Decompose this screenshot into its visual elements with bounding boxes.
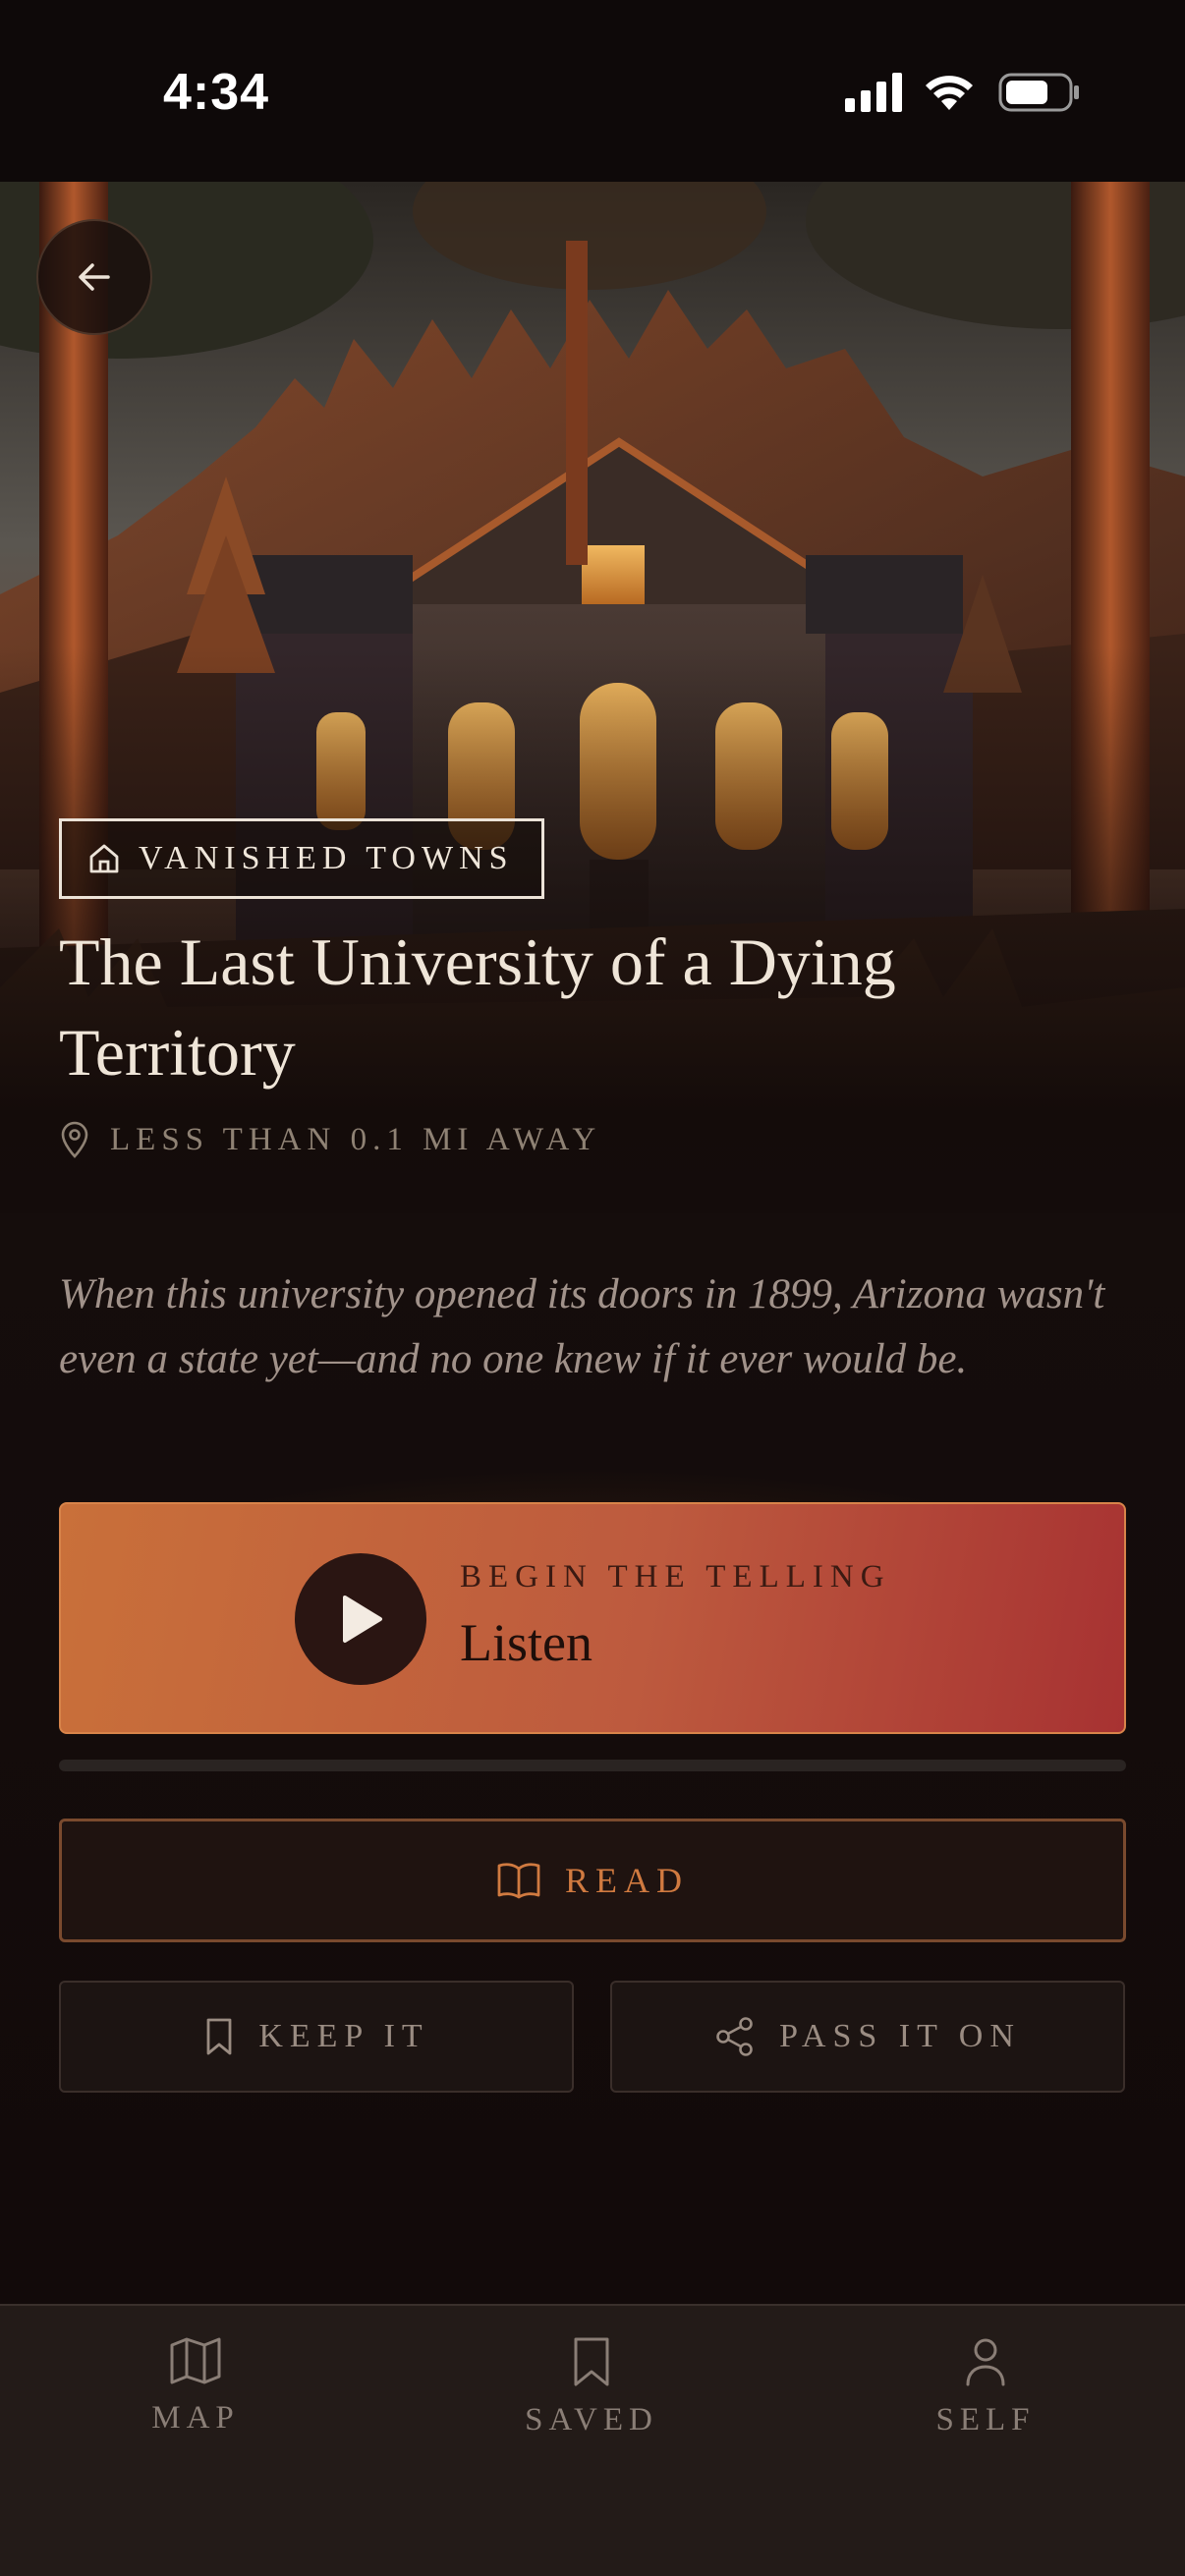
arrow-left-icon <box>79 263 110 291</box>
play-button[interactable] <box>295 1553 426 1685</box>
bottom-navigation: MAP SAVED SELF <box>0 2304 1185 2576</box>
keep-it-button[interactable]: KEEP IT <box>59 1981 574 2093</box>
audio-progress-bar[interactable] <box>59 1760 1126 1771</box>
person-icon <box>966 2338 1005 2386</box>
status-bar: 4:34 <box>0 0 1185 182</box>
story-content: When this university opened its doors in… <box>0 1213 1185 2304</box>
bookmark-icon <box>574 2337 609 2386</box>
cellular-signal-icon <box>845 73 902 112</box>
book-open-icon <box>497 1863 540 1899</box>
pass-it-on-label: PASS IT ON <box>779 2018 1021 2054</box>
category-tag: VANISHED TOWNS <box>59 818 544 899</box>
category-label: VANISHED TOWNS <box>139 840 514 876</box>
share-icon <box>716 2017 753 2056</box>
story-intro: When this university opened its doors in… <box>59 1271 1105 1382</box>
listen-eyebrow: BEGIN THE TELLING <box>460 1559 891 1595</box>
play-icon <box>343 1596 382 1643</box>
nav-label-saved: SAVED <box>525 2402 658 2437</box>
map-icon <box>170 2337 221 2384</box>
story-title: The Last University of a Dying Territory <box>59 924 896 1090</box>
listen-button[interactable]: BEGIN THE TELLING Listen <box>59 1502 1126 1734</box>
location-pin-icon <box>61 1121 88 1158</box>
nav-label-self: SELF <box>935 2402 1036 2437</box>
nav-item-saved[interactable]: SAVED <box>444 2335 739 2453</box>
wifi-icon <box>926 76 973 110</box>
status-time: 4:34 <box>163 64 270 121</box>
back-button[interactable] <box>36 219 152 335</box>
keep-it-label: KEEP IT <box>258 2018 429 2054</box>
nav-item-map[interactable]: MAP <box>48 2335 343 2453</box>
nav-item-self[interactable]: SELF <box>838 2335 1133 2453</box>
home-icon <box>89 844 119 873</box>
nav-label-map: MAP <box>151 2400 240 2436</box>
read-button[interactable]: READ <box>59 1819 1126 1942</box>
bookmark-icon <box>206 2018 232 2055</box>
listen-label: Listen <box>460 1613 592 1672</box>
pass-it-on-button[interactable]: PASS IT ON <box>610 1981 1125 2093</box>
battery-icon <box>998 73 1079 112</box>
hero: VANISHED TOWNS The Last University of a … <box>0 182 1185 1213</box>
read-label: READ <box>565 1861 689 1900</box>
distance-label: LESS THAN 0.1 MI AWAY <box>110 1121 602 1157</box>
distance-row: LESS THAN 0.1 MI AWAY <box>59 1120 601 1159</box>
